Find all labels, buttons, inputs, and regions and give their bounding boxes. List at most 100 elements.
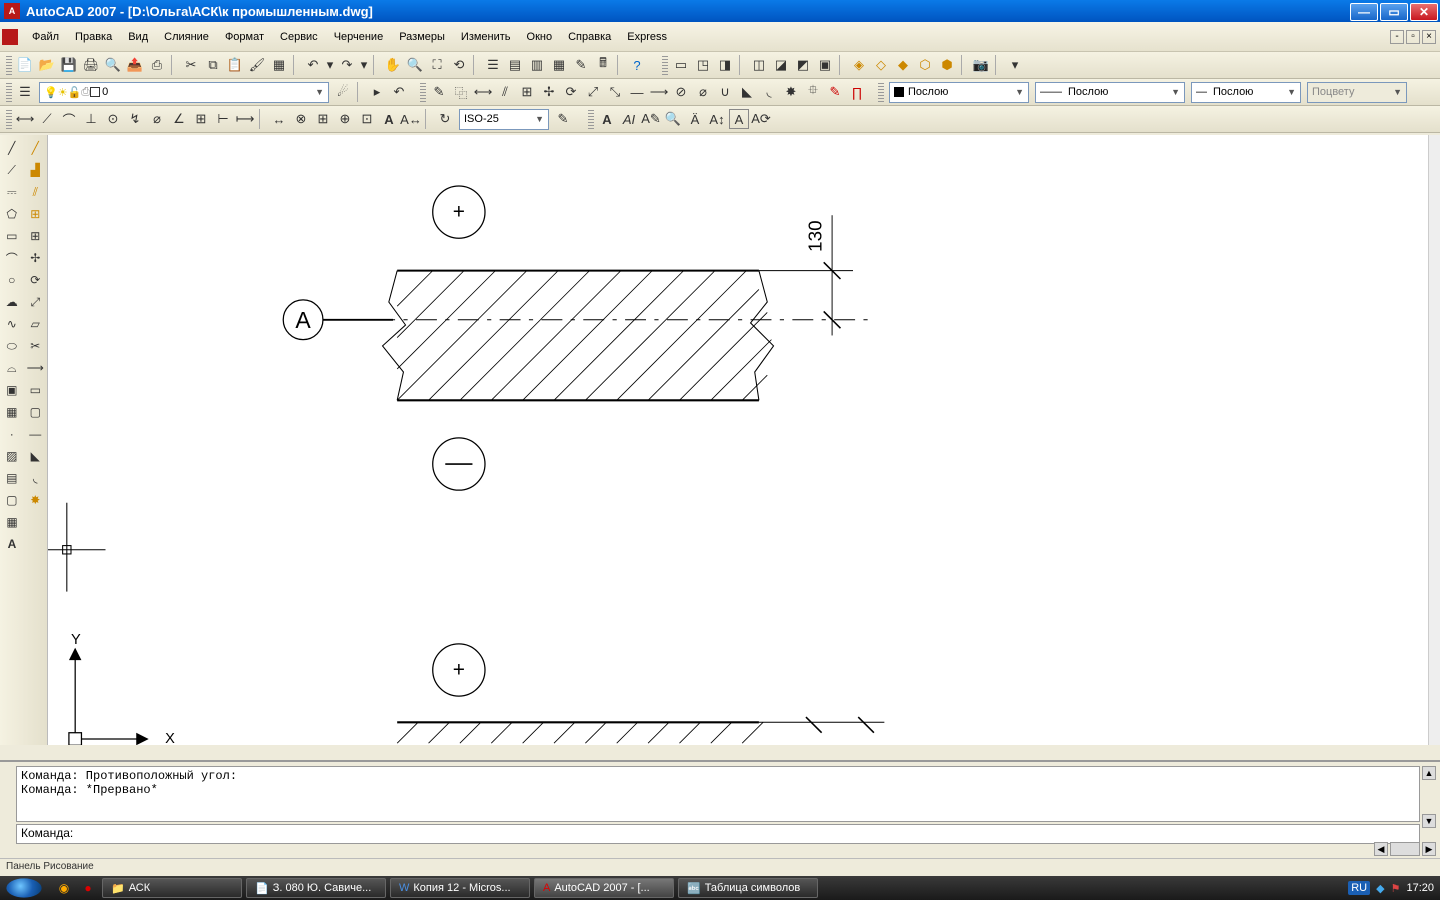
ws-2-icon[interactable]: ◳ bbox=[693, 55, 713, 75]
maximize-button[interactable]: ▭ bbox=[1380, 3, 1408, 21]
menu-help[interactable]: Справка bbox=[560, 27, 619, 47]
toolbar-grip[interactable] bbox=[662, 55, 668, 75]
redo-dd-icon[interactable]: ▾ bbox=[359, 55, 369, 75]
dimdia-icon[interactable]: ⌀ bbox=[147, 109, 167, 129]
dimlinear-icon[interactable]: ⟷ bbox=[15, 109, 35, 129]
arraypol-icon[interactable]: ⊞ bbox=[25, 226, 47, 246]
language-indicator[interactable]: RU bbox=[1348, 881, 1370, 895]
taskbar-item-folder[interactable]: 📁АСК bbox=[102, 878, 242, 898]
toolbar-grip[interactable] bbox=[878, 82, 884, 102]
extend-icon[interactable]: ⟶ bbox=[649, 82, 669, 102]
designcenter-icon[interactable]: ▤ bbox=[505, 55, 525, 75]
dimupdate-icon[interactable]: ↻ bbox=[435, 109, 455, 129]
ql-rec-icon[interactable]: ● bbox=[79, 879, 97, 897]
taskbar-item-charmap[interactable]: 🔤Таблица символов bbox=[678, 878, 818, 898]
array-icon[interactable]: ⊞ bbox=[517, 82, 537, 102]
undo-dd-icon[interactable]: ▾ bbox=[325, 55, 335, 75]
publish-icon[interactable]: 📤 bbox=[125, 55, 145, 75]
makecurrent-icon[interactable]: ▸ bbox=[367, 82, 387, 102]
qdim-icon[interactable]: ⊞ bbox=[191, 109, 211, 129]
markup-icon[interactable]: ✎ bbox=[571, 55, 591, 75]
paste-icon[interactable]: 📋 bbox=[225, 55, 245, 75]
xx3-icon[interactable]: ∏ bbox=[847, 82, 867, 102]
mtext-side-icon[interactable]: A bbox=[1, 534, 23, 554]
minimize-button[interactable]: — bbox=[1350, 3, 1378, 21]
chamfer-mod-icon[interactable]: ◣ bbox=[25, 446, 47, 466]
v-4-icon[interactable]: ⬡ bbox=[915, 55, 935, 75]
menu-dimension[interactable]: Размеры bbox=[391, 27, 453, 47]
open-icon[interactable]: 📂 bbox=[37, 55, 57, 75]
dimrad-icon[interactable]: ⊙ bbox=[103, 109, 123, 129]
centermark-icon[interactable]: ⊕ bbox=[335, 109, 355, 129]
break2-icon[interactable]: ⌀ bbox=[693, 82, 713, 102]
pan-icon[interactable]: ✋ bbox=[383, 55, 403, 75]
help-icon[interactable]: ? bbox=[627, 55, 647, 75]
diminspect-icon[interactable]: ⊡ bbox=[357, 109, 377, 129]
chamfer-icon[interactable]: ◣ bbox=[737, 82, 757, 102]
mtext-icon[interactable]: A bbox=[597, 109, 617, 129]
layer-dropdown[interactable]: 💡 ☀ 🔓 ⎙ 0 ▼ bbox=[39, 82, 329, 103]
ellipse-icon[interactable]: ⬭ bbox=[1, 336, 23, 356]
break1-icon[interactable]: ⊘ bbox=[671, 82, 691, 102]
preview-icon[interactable]: 🔍 bbox=[103, 55, 123, 75]
save-icon[interactable]: 💾 bbox=[59, 55, 79, 75]
revcloud-icon[interactable]: ☁ bbox=[1, 292, 23, 312]
erase-icon[interactable]: ✎ bbox=[429, 82, 449, 102]
scaletext-icon[interactable]: A↕ bbox=[707, 109, 727, 129]
ws-3-icon[interactable]: ◨ bbox=[715, 55, 735, 75]
scroll-down-icon[interactable]: ▼ bbox=[1422, 814, 1436, 828]
scroll-right-icon[interactable]: ▶ bbox=[1422, 842, 1436, 856]
mirror-icon[interactable]: ⟷ bbox=[473, 82, 493, 102]
block-icon[interactable]: ▦ bbox=[1, 402, 23, 422]
ssm-icon[interactable]: ▦ bbox=[549, 55, 569, 75]
start-button[interactable] bbox=[6, 878, 41, 897]
toolpalette-icon[interactable]: ▥ bbox=[527, 55, 547, 75]
justify-icon[interactable]: A bbox=[729, 109, 749, 129]
offset-icon[interactable]: ⫽ bbox=[495, 82, 515, 102]
redo-icon[interactable]: ↷ bbox=[337, 55, 357, 75]
undo-icon[interactable]: ↶ bbox=[303, 55, 323, 75]
ws-5-icon[interactable]: ◪ bbox=[771, 55, 791, 75]
menu-modify[interactable]: Изменить bbox=[453, 27, 519, 47]
hatch-icon[interactable]: ▨ bbox=[1, 446, 23, 466]
dimjog-icon[interactable]: ↯ bbox=[125, 109, 145, 129]
insert-icon[interactable]: ▣ bbox=[1, 380, 23, 400]
mdi-restore-button[interactable]: ▫ bbox=[1406, 30, 1420, 44]
circle-icon[interactable]: ○ bbox=[1, 270, 23, 290]
dimarc-icon[interactable]: ⌒ bbox=[59, 109, 79, 129]
point-icon[interactable]: · bbox=[1, 424, 23, 444]
ql-tc-icon[interactable]: ◉ bbox=[55, 879, 73, 897]
ws-1-icon[interactable]: ▭ bbox=[671, 55, 691, 75]
plot-icon[interactable]: 🖨 bbox=[81, 55, 101, 75]
3dprint-icon[interactable]: ⎙ bbox=[147, 55, 167, 75]
render-icon[interactable]: 📷 bbox=[971, 55, 991, 75]
blockeditor-icon[interactable]: ▦ bbox=[269, 55, 289, 75]
xline-mod-icon[interactable]: ╱ bbox=[25, 138, 47, 158]
rotate-mod-icon[interactable]: ⟳ bbox=[25, 270, 47, 290]
zoom-rt-icon[interactable]: 🔍 bbox=[405, 55, 425, 75]
ws-4-icon[interactable]: ◫ bbox=[749, 55, 769, 75]
lineweight-dropdown[interactable]: — Послою ▼ bbox=[1191, 82, 1301, 103]
zoom-prev-icon[interactable]: ⟲ bbox=[449, 55, 469, 75]
menu-tools[interactable]: Сервис bbox=[272, 27, 326, 47]
taskbar-item-word[interactable]: WКопия 12 - Micros... bbox=[390, 878, 530, 898]
taskbar-item-autocad[interactable]: AAutoCAD 2007 - [... bbox=[534, 878, 674, 898]
explode-mod-icon[interactable]: ✸ bbox=[25, 490, 47, 510]
break-mod-icon[interactable]: ▭ bbox=[25, 380, 47, 400]
tray-icon-2[interactable]: ⚑ bbox=[1391, 882, 1401, 895]
menu-draw[interactable]: Черчение bbox=[326, 27, 392, 47]
layerprops-icon[interactable]: ☰ bbox=[15, 82, 35, 102]
trim-mod-icon[interactable]: ✂ bbox=[25, 336, 47, 356]
fillet-icon[interactable]: ◟ bbox=[759, 82, 779, 102]
trim-icon[interactable]: — bbox=[627, 82, 647, 102]
mdi-minimize-button[interactable]: - bbox=[1390, 30, 1404, 44]
xx2-icon[interactable]: ✎ bbox=[825, 82, 845, 102]
dimang-icon[interactable]: ∠ bbox=[169, 109, 189, 129]
mirror-mod-icon[interactable]: ▟ bbox=[25, 160, 47, 180]
xline-icon[interactable]: ⟋ bbox=[1, 160, 23, 180]
pline-icon[interactable]: ⎓ bbox=[1, 182, 23, 202]
join-icon[interactable]: ∪ bbox=[715, 82, 735, 102]
v-1-icon[interactable]: ◈ bbox=[849, 55, 869, 75]
scale-mod-icon[interactable]: ⤢ bbox=[25, 292, 47, 312]
menu-format[interactable]: Формат bbox=[217, 27, 272, 47]
